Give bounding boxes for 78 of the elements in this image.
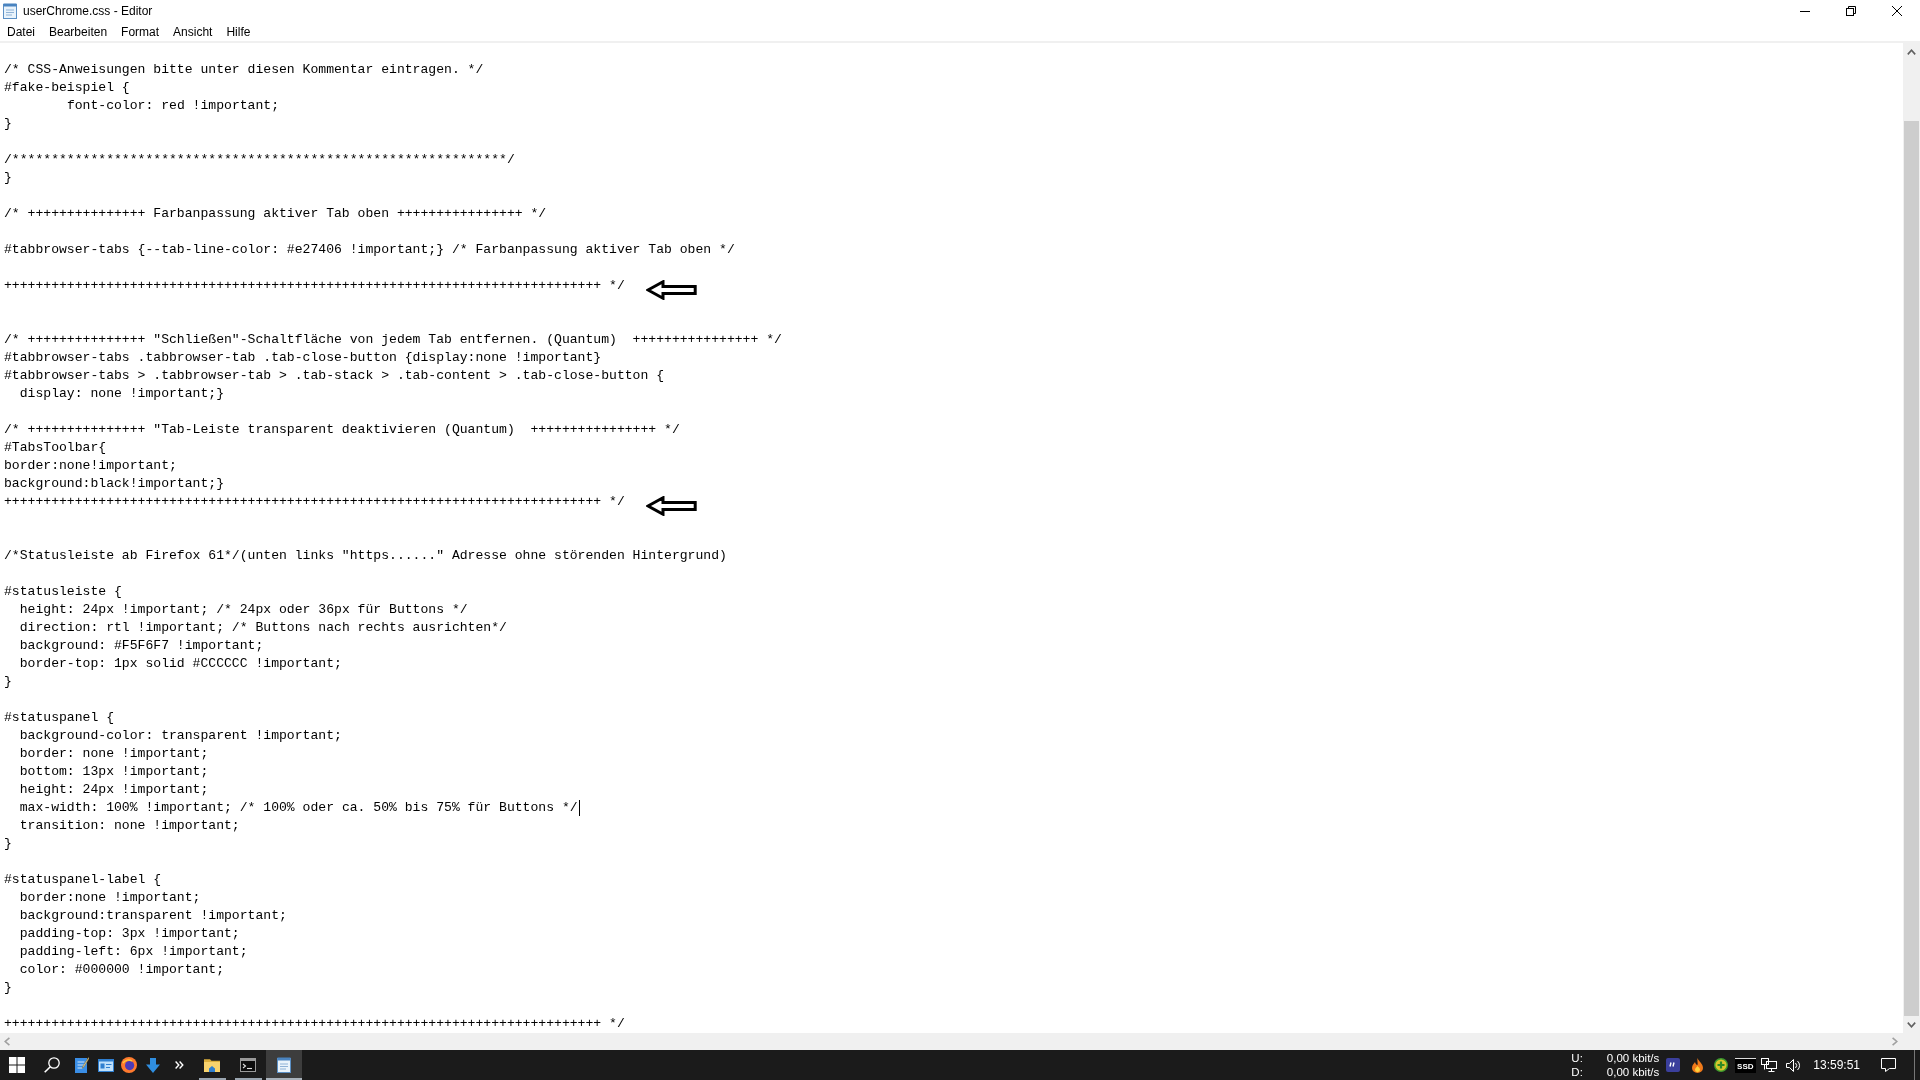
code-line: border:none!important; — [4, 457, 177, 475]
menu-item[interactable]: Bearbeiten — [42, 23, 115, 40]
code-line: height: 24px !important; /* 24px oder 36px für Buttons */ — [19, 601, 468, 619]
code-line: #tabbrowser-tabs > .tabbrowser-tab > .tab-stack > .tab-content > .tab-close-button { — [4, 367, 665, 385]
code-line: /* +++++++++++++++ Farbanpassung aktiver Tab oben ++++++++++++++++ */ — [4, 205, 547, 223]
code-line: background:black!important;} — [4, 475, 224, 493]
meter-value: 0,00 kbit/s — [1606, 1065, 1660, 1079]
code-line: #statusleiste { — [4, 583, 122, 601]
code-line: border-top: 1px solid #CCCCCC !important; — [19, 655, 342, 673]
code-line: bottom: 13px !important; — [19, 763, 209, 781]
code-line: /* +++++++++++++++ "Schließen"-Schaltfläche von jedem Tab entfernen. (Quantum) ++++++++++++++++ */ — [4, 331, 782, 349]
code-line: } — [4, 673, 12, 691]
clock-text[interactable]: 13:59:51 — [1805, 1050, 1868, 1080]
drive-indicator[interactable]: SSD — [1735, 1057, 1756, 1073]
menu-item[interactable]: Ansicht — [166, 23, 220, 40]
code-line: /*Statusleiste ab Firefox 61*/(unten links "https......" Adresse ohne störenden Hintergrund) — [4, 547, 727, 565]
folder-icon — [204, 1058, 220, 1072]
code-line: background:transparent !important; — [19, 907, 287, 925]
code-line: background: #F5F6F7 !important; — [19, 637, 264, 655]
code-line: ++++++++++++++++++++++++++++++++++++++++++++++++++++++++++++++++++++++++++++ */ — [4, 493, 625, 511]
vertical-scrollbar[interactable] — [1903, 43, 1920, 1033]
code-line: border: none !important; — [19, 745, 209, 763]
code-line: } — [4, 115, 12, 133]
speaker-icon[interactable] — [1785, 1058, 1801, 1072]
notification-icon[interactable] — [1880, 1058, 1896, 1072]
restore-icon — [1846, 6, 1856, 16]
code-line: color: #000000 !important; — [19, 961, 224, 979]
search-icon[interactable] — [44, 1057, 60, 1073]
network-icon[interactable] — [1761, 1058, 1778, 1072]
scroll-down-icon[interactable] — [1907, 1021, 1916, 1028]
code-line: ++++++++++++++++++++++++++++++++++++++++++++++++++++++++++++++++++++++++++++ */ — [4, 277, 625, 295]
code-line: direction: rtl !important; /* Buttons nach rechts ausrichten*/ — [19, 619, 507, 637]
note-icon[interactable] — [75, 1057, 89, 1073]
menu-item[interactable]: Datei — [0, 23, 42, 40]
code-line: } — [4, 979, 12, 997]
scrollbar-thumb[interactable] — [1904, 121, 1919, 1016]
code-line: padding-left: 6px !important; — [19, 943, 248, 961]
globe-icon[interactable] — [121, 1057, 137, 1073]
code-line: font-color: red !important; — [66, 97, 280, 115]
code-line: ++++++++++++++++++++++++++++++++++++++++++++++++++++++++++++++++++++++++++++ */ — [4, 1015, 625, 1033]
code-line: /* +++++++++++++++ "Tab-Leiste transparent deaktivieren (Quantum) ++++++++++++++++ */ — [4, 421, 680, 439]
code-line: border:none !important; — [19, 889, 201, 907]
console-icon — [240, 1058, 256, 1072]
chat-icon[interactable] — [1666, 1058, 1681, 1072]
code-line: } — [4, 169, 12, 187]
close-icon — [1892, 6, 1902, 16]
meter-label: U: — [1571, 1051, 1583, 1065]
code-line: /***************************************************************/ — [4, 151, 515, 169]
window-title: userChrome.css - Editor — [23, 3, 153, 19]
code-line: #statuspanel-label { — [4, 871, 162, 889]
meter-value: 0,00 kbit/s — [1606, 1051, 1660, 1065]
notepad-icon — [3, 3, 17, 19]
plus-icon[interactable] — [1714, 1058, 1729, 1072]
code-line: padding-top: 3px !important; — [19, 925, 240, 943]
card-icon[interactable] — [97, 1058, 114, 1072]
menu-item[interactable]: Format — [114, 23, 167, 40]
taskbar-button[interactable] — [266, 1050, 302, 1080]
code-line: #tabbrowser-tabs .tabbrowser-tab .tab-close-button {display:none !important} — [4, 349, 602, 367]
notepad-icon — [277, 1057, 291, 1073]
windows-logo-icon[interactable] — [9, 1057, 25, 1073]
code-line: display: none !important;} — [19, 385, 224, 403]
scroll-up-icon[interactable] — [1907, 48, 1916, 55]
code-line: #fake-beispiel { — [4, 79, 130, 97]
chevrons-icon[interactable] — [174, 1061, 184, 1069]
code-line: /* CSS-Anweisungen bitte unter diesen Kommentar eintragen. */ — [4, 61, 484, 79]
minimize-icon — [1800, 10, 1810, 12]
code-line: #tabbrowser-tabs {--tab-line-color: #e27406 !important;} /* Farbanpassung aktiver Tab oben */ — [4, 241, 735, 259]
code-line: transition: none !important; — [19, 817, 240, 835]
code-line: #TabsToolbar{ — [4, 439, 107, 457]
code-line: background-color: transparent !important; — [19, 727, 342, 745]
code-line: height: 24px !important; — [19, 781, 209, 799]
menu-item[interactable]: Hilfe — [219, 23, 258, 40]
download-icon[interactable] — [145, 1057, 160, 1073]
code-line: #statuspanel { — [4, 709, 114, 727]
code-line: max-width: 100% !important; /* 100% oder ca. 50% bis 75% für Buttons */ — [19, 799, 578, 817]
flame-icon[interactable] — [1691, 1057, 1703, 1073]
code-line: } — [4, 835, 12, 853]
meter-label: D: — [1571, 1065, 1583, 1079]
